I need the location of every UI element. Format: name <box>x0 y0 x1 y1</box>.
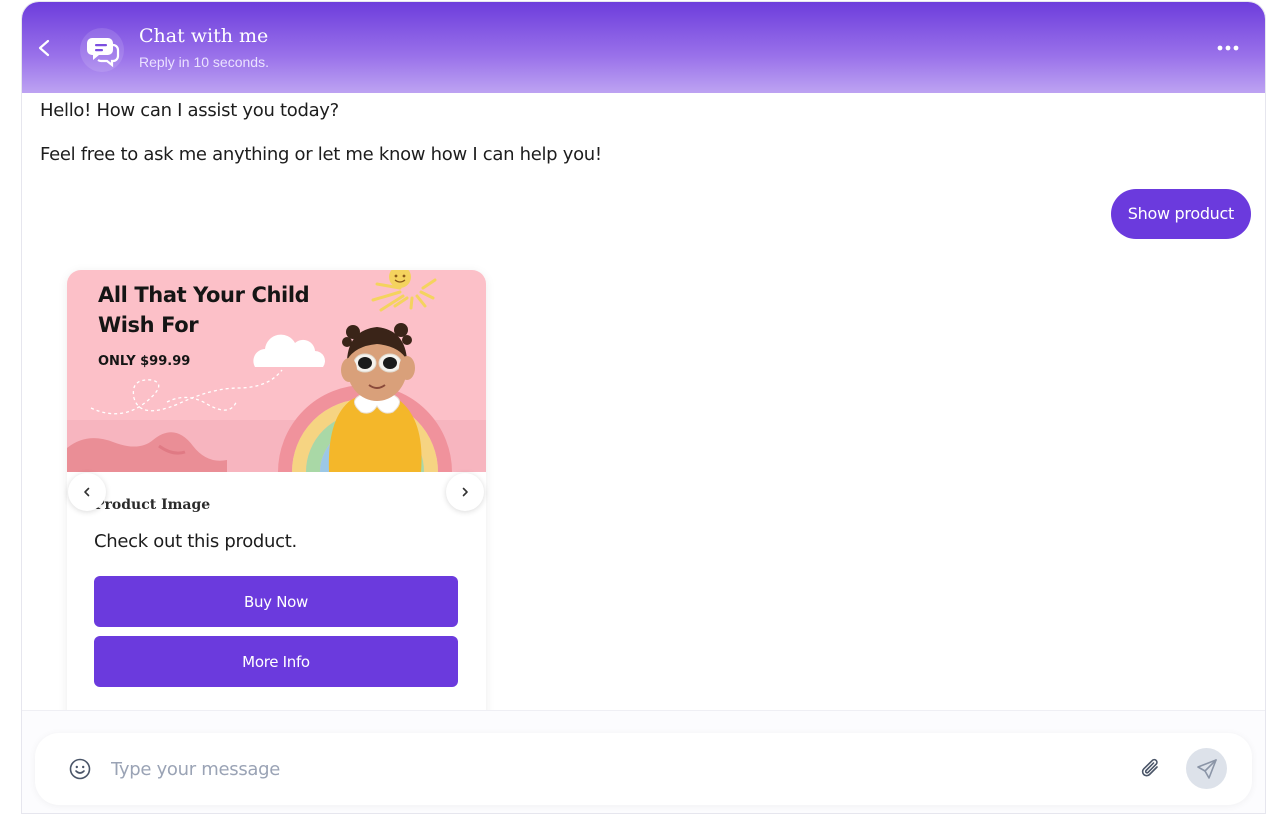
product-title: Product Image <box>94 497 211 513</box>
more-options-button[interactable] <box>1215 38 1243 58</box>
buy-now-button[interactable]: Buy Now <box>94 576 458 627</box>
message-composer <box>35 733 1252 805</box>
chat-title: Chat with me <box>139 25 269 47</box>
carousel-next-button[interactable] <box>446 473 484 511</box>
product-description: Check out this product. <box>94 531 297 552</box>
more-info-button[interactable]: More Info <box>94 636 458 687</box>
back-button[interactable] <box>34 33 56 63</box>
chat-header: Chat with me Reply in 10 seconds. <box>22 2 1265 93</box>
promo-headline: All That Your Child Wish For <box>98 283 310 337</box>
chat-subtitle: Reply in 10 seconds. <box>139 54 269 70</box>
chevron-left-icon <box>84 487 90 497</box>
composer-area <box>22 710 1265 813</box>
more-horizontal-icon <box>1217 45 1239 51</box>
carousel-prev-button[interactable] <box>68 473 106 511</box>
message-list[interactable]: Hello! How can I assist you today? Feel … <box>22 93 1265 710</box>
chevron-left-icon <box>38 39 50 57</box>
product-image: All That Your Child Wish For ONLY $99.99 <box>67 270 486 472</box>
chat-avatar <box>80 28 124 72</box>
promo-price: ONLY $99.99 <box>98 354 191 369</box>
emoji-button[interactable] <box>68 757 92 781</box>
chat-window: Chat with me Reply in 10 seconds. Hello!… <box>21 1 1266 814</box>
bot-message: Feel free to ask me anything or let me k… <box>40 144 602 165</box>
attach-button[interactable] <box>1138 756 1164 782</box>
smile-icon <box>69 758 91 780</box>
user-message: Show product <box>1110 189 1251 239</box>
bot-message: Hello! How can I assist you today? <box>40 100 339 121</box>
product-card: All That Your Child Wish For ONLY $99.99… <box>67 270 486 710</box>
chat-bubbles-icon <box>87 38 120 68</box>
send-icon <box>1196 758 1217 779</box>
send-button[interactable] <box>1186 748 1227 789</box>
paperclip-icon <box>1141 758 1158 777</box>
message-input[interactable] <box>111 751 1111 787</box>
chevron-right-icon <box>462 487 468 497</box>
